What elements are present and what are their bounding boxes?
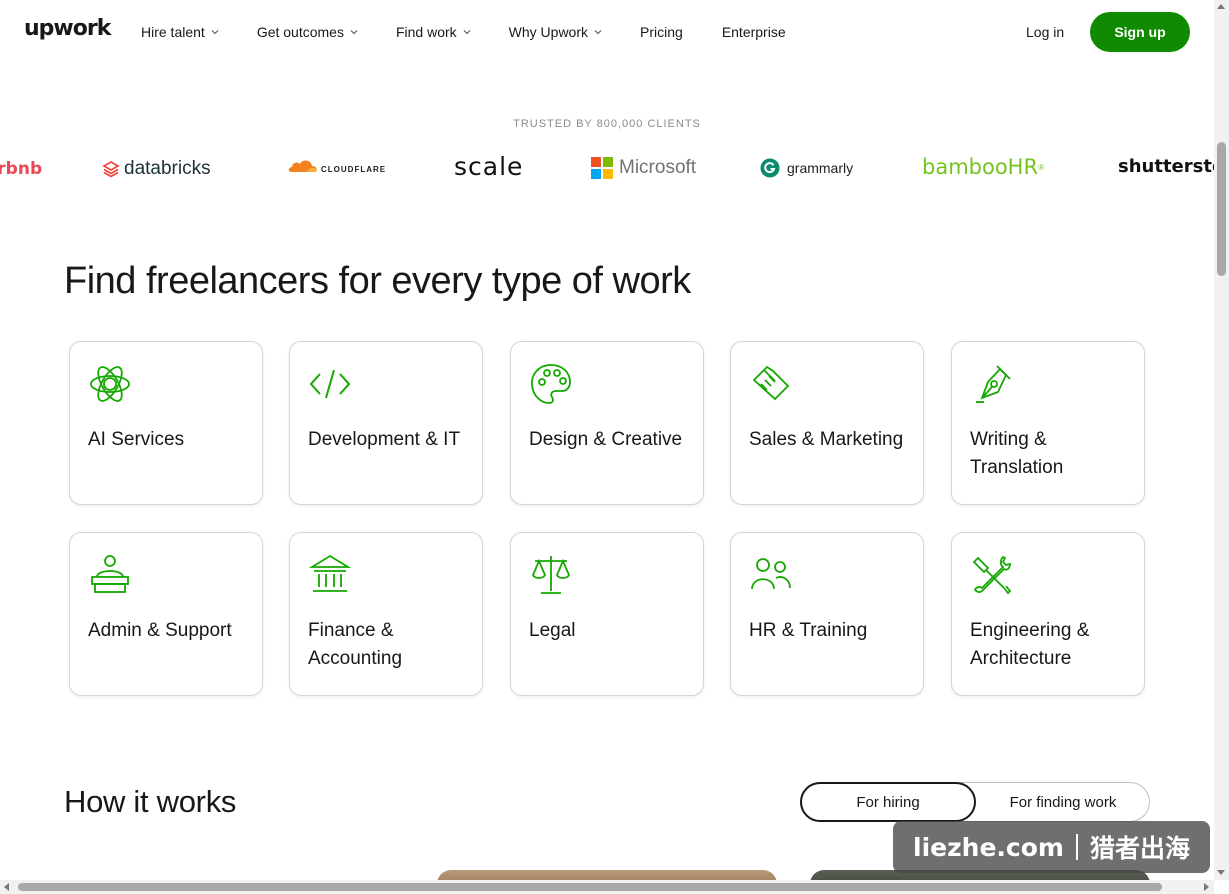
horizontal-scrollbar[interactable] xyxy=(0,880,1214,894)
nav-enterprise[interactable]: Enterprise xyxy=(722,24,786,40)
category-card-sales-marketing[interactable]: Sales & Marketing xyxy=(730,341,924,505)
chevron-down-icon xyxy=(594,30,602,35)
category-card-legal[interactable]: Legal xyxy=(510,532,704,696)
bamboohr-logo: bambooHR ® xyxy=(922,155,1044,179)
watermark-badge: liezhe.com 猎者出海 xyxy=(893,821,1210,873)
vertical-scrollbar[interactable] xyxy=(1214,0,1229,880)
chevron-down-icon xyxy=(463,30,471,35)
nav-hire-talent[interactable]: Hire talent xyxy=(141,24,220,40)
scroll-up-arrow-icon[interactable] xyxy=(1217,4,1225,9)
palette-icon xyxy=(531,364,571,404)
airbnb-logo: airbnb xyxy=(0,159,43,179)
login-link[interactable]: Log in xyxy=(1026,24,1064,40)
nav-why-upwork[interactable]: Why Upwork xyxy=(509,24,603,40)
client-logos: airbnb databricks CLOUDFLARE scale Micro… xyxy=(0,150,1214,190)
shutterstock-logo: shutterstock xyxy=(1118,156,1214,177)
scroll-down-arrow-icon[interactable] xyxy=(1217,870,1225,875)
main-menu: Hire talent Get outcomes Find work Why U… xyxy=(141,24,786,40)
people-icon xyxy=(751,558,791,590)
microsoft-logo: Microsoft xyxy=(591,157,696,179)
category-label: Admin & Support xyxy=(88,620,232,641)
category-label: AI Services xyxy=(88,429,185,450)
grammarly-icon xyxy=(760,158,780,178)
category-card-design-creative[interactable]: Design & Creative xyxy=(510,341,704,505)
handshake-icon xyxy=(752,365,790,401)
bank-building-icon xyxy=(308,554,352,592)
microsoft-icon xyxy=(591,157,613,179)
trusted-heading: TRUSTED BY 800,000 CLIENTS xyxy=(513,118,701,130)
category-card-writing-translation[interactable]: Writing & Translation xyxy=(951,341,1145,505)
category-label: HR & Training xyxy=(749,620,868,641)
databricks-logo: databricks xyxy=(102,158,211,180)
grammarly-logo: grammarly xyxy=(760,158,853,178)
tab-for-hiring[interactable]: For hiring xyxy=(800,782,976,822)
category-card-ai-services[interactable]: AI Services xyxy=(69,341,263,505)
signup-button[interactable]: Sign up xyxy=(1090,12,1190,52)
reception-desk-icon xyxy=(91,555,129,593)
tools-icon xyxy=(972,555,1012,595)
how-it-works-heading: How it works xyxy=(64,784,237,819)
pen-nib-icon xyxy=(976,365,1011,403)
chevron-down-icon xyxy=(211,30,219,35)
category-card-hr-training[interactable]: HR & Training xyxy=(730,532,924,696)
ai-flower-icon xyxy=(90,366,130,402)
chevron-down-icon xyxy=(350,30,358,35)
category-card-admin-support[interactable]: Admin & Support xyxy=(69,532,263,696)
nav-get-outcomes[interactable]: Get outcomes xyxy=(257,24,359,40)
scales-icon xyxy=(532,556,570,594)
category-card-development-it[interactable]: Development & IT xyxy=(289,341,483,505)
scroll-left-arrow-icon[interactable] xyxy=(4,883,9,891)
nav-pricing[interactable]: Pricing xyxy=(640,24,683,40)
category-label: Engineering & Architecture xyxy=(970,620,1090,669)
tab-for-finding-work[interactable]: For finding work xyxy=(977,782,1149,822)
category-label: Design & Creative xyxy=(529,429,683,450)
category-card-finance-accounting[interactable]: Finance & Accounting xyxy=(289,532,483,696)
category-label: Development & IT xyxy=(308,429,461,450)
cloud-icon xyxy=(288,160,317,172)
horizontal-scroll-thumb[interactable] xyxy=(18,883,1162,891)
category-label: Legal xyxy=(529,620,576,641)
category-label: Sales & Marketing xyxy=(749,429,904,450)
cloudflare-logo: CLOUDFLARE xyxy=(287,156,386,176)
databricks-icon xyxy=(102,161,120,178)
audience-toggle: For hiring For finding work xyxy=(800,782,1150,822)
category-label: Finance & Accounting xyxy=(308,620,403,669)
category-card-engineering-architecture[interactable]: Engineering & Architecture xyxy=(951,532,1145,696)
code-brackets-icon xyxy=(309,369,351,399)
scale-logo: scale xyxy=(454,152,524,181)
scroll-right-arrow-icon[interactable] xyxy=(1204,883,1209,891)
category-label: Writing & Translation xyxy=(970,429,1064,478)
categories-heading: Find freelancers for every type of work xyxy=(64,260,691,302)
upwork-logo[interactable]: upwork xyxy=(24,16,111,41)
vertical-scroll-thumb[interactable] xyxy=(1217,142,1226,276)
top-navigation: upwork Hire talent Get outcomes Find wor… xyxy=(0,0,1229,64)
nav-find-work[interactable]: Find work xyxy=(396,24,472,40)
